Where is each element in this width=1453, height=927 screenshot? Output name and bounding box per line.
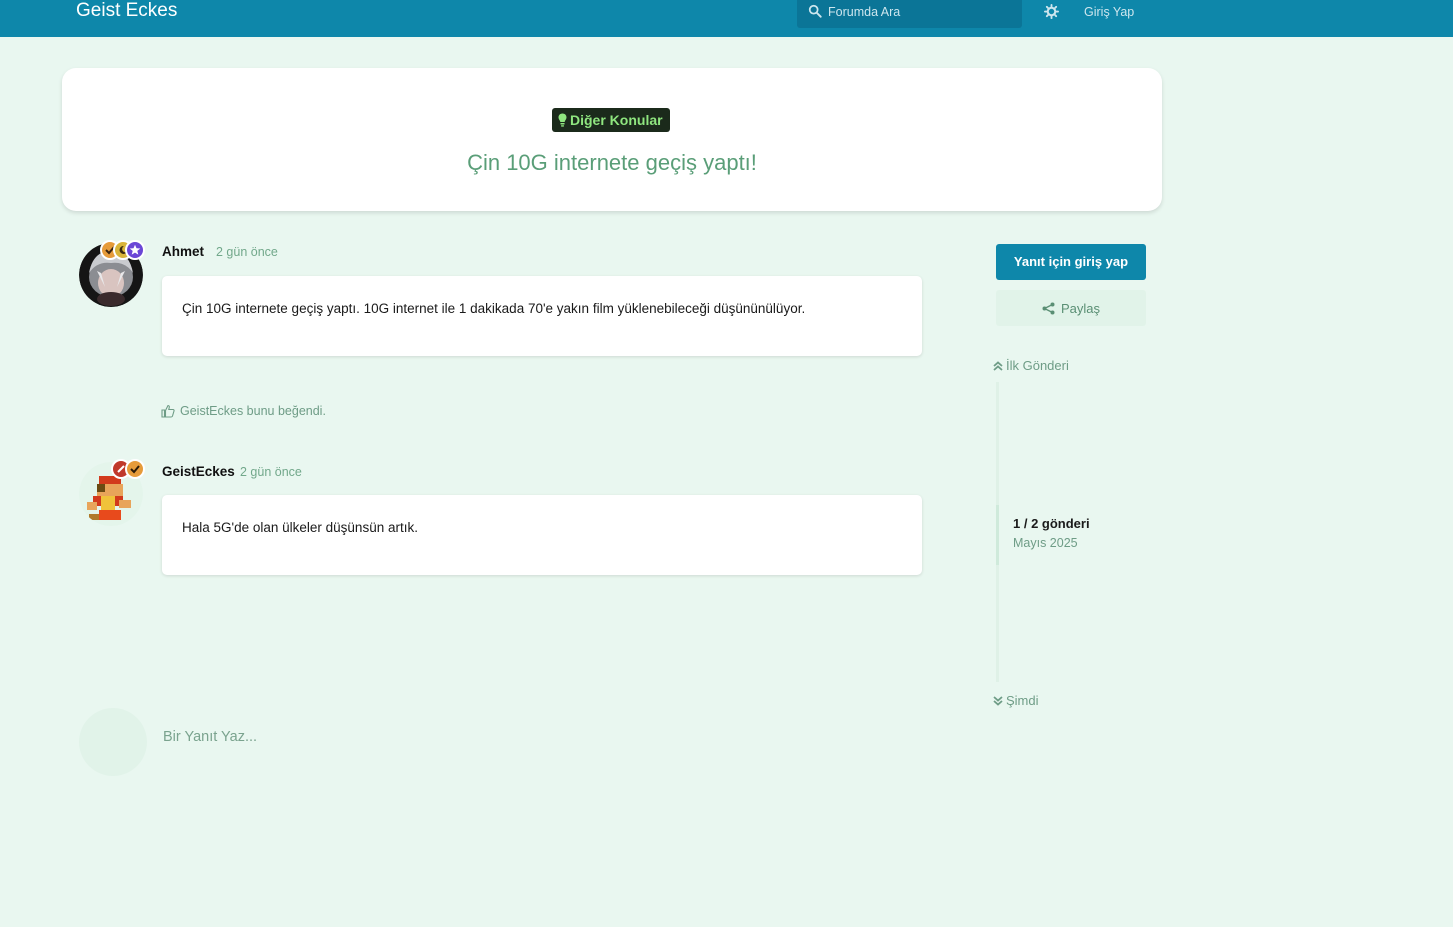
post-time[interactable]: 2 gün önce — [216, 245, 278, 259]
first-post-label: İlk Gönderi — [1006, 358, 1069, 373]
first-post-link[interactable]: İlk Gönderi — [993, 358, 1069, 373]
search-box[interactable]: Forumda Ara — [797, 0, 1022, 28]
discussion-hero: Diğer Konular Çin 10G internete geçiş ya… — [62, 68, 1162, 211]
now-label: Şimdi — [1006, 693, 1039, 708]
gear-icon[interactable] — [1044, 4, 1059, 19]
top-header: Geist Eckes Forumda Ara Giriş Yap — [0, 0, 1453, 37]
post-author[interactable]: GeistEckes — [162, 464, 235, 479]
post-author[interactable]: Ahmet — [162, 244, 204, 259]
login-link[interactable]: Giriş Yap — [1084, 5, 1134, 19]
double-chevron-down-icon — [993, 695, 1003, 706]
discussion-title: Çin 10G internete geçiş yaptı! — [467, 150, 757, 175]
share-button[interactable]: Paylaş — [996, 290, 1146, 326]
search-placeholder: Forumda Ara — [828, 5, 901, 19]
lightbulb-icon — [558, 113, 567, 127]
check-badge-icon — [125, 459, 145, 479]
scrubber-handle[interactable] — [996, 505, 999, 565]
likes-text: GeistEckes bunu beğendi. — [180, 404, 326, 418]
share-icon — [1042, 302, 1055, 314]
post-count: 1 / 2 gönderi — [1013, 516, 1090, 531]
reply-composer[interactable]: Bir Yanıt Yaz... — [163, 729, 257, 745]
post-content: Çin 10G internete geçiş yaptı. 10G inter… — [182, 301, 806, 316]
category-tag[interactable]: Diğer Konular — [552, 108, 670, 132]
star-badge-icon — [125, 240, 145, 260]
site-brand[interactable]: Geist Eckes — [76, 0, 177, 24]
reply-login-button[interactable]: Yanıt için giriş yap — [996, 244, 1146, 280]
post-content: Hala 5G'de olan ülkeler düşünsün artık. — [182, 520, 418, 535]
share-label: Paylaş — [1060, 300, 1101, 316]
now-link[interactable]: Şimdi — [993, 693, 1039, 708]
scrubber-date: Mayıs 2025 — [1013, 536, 1078, 550]
search-icon — [808, 4, 822, 18]
post-likes[interactable]: GeistEckes bunu beğendi. — [161, 404, 326, 418]
thumbs-up-icon — [161, 404, 175, 418]
double-chevron-up-icon — [993, 360, 1003, 371]
category-tag-label: Diğer Konular — [570, 112, 663, 128]
post-time[interactable]: 2 gün önce — [240, 465, 302, 479]
post-body: Hala 5G'de olan ülkeler düşünsün artık. — [162, 495, 922, 575]
post-body: Çin 10G internete geçiş yaptı. 10G inter… — [162, 276, 922, 356]
reply-avatar — [79, 708, 147, 776]
